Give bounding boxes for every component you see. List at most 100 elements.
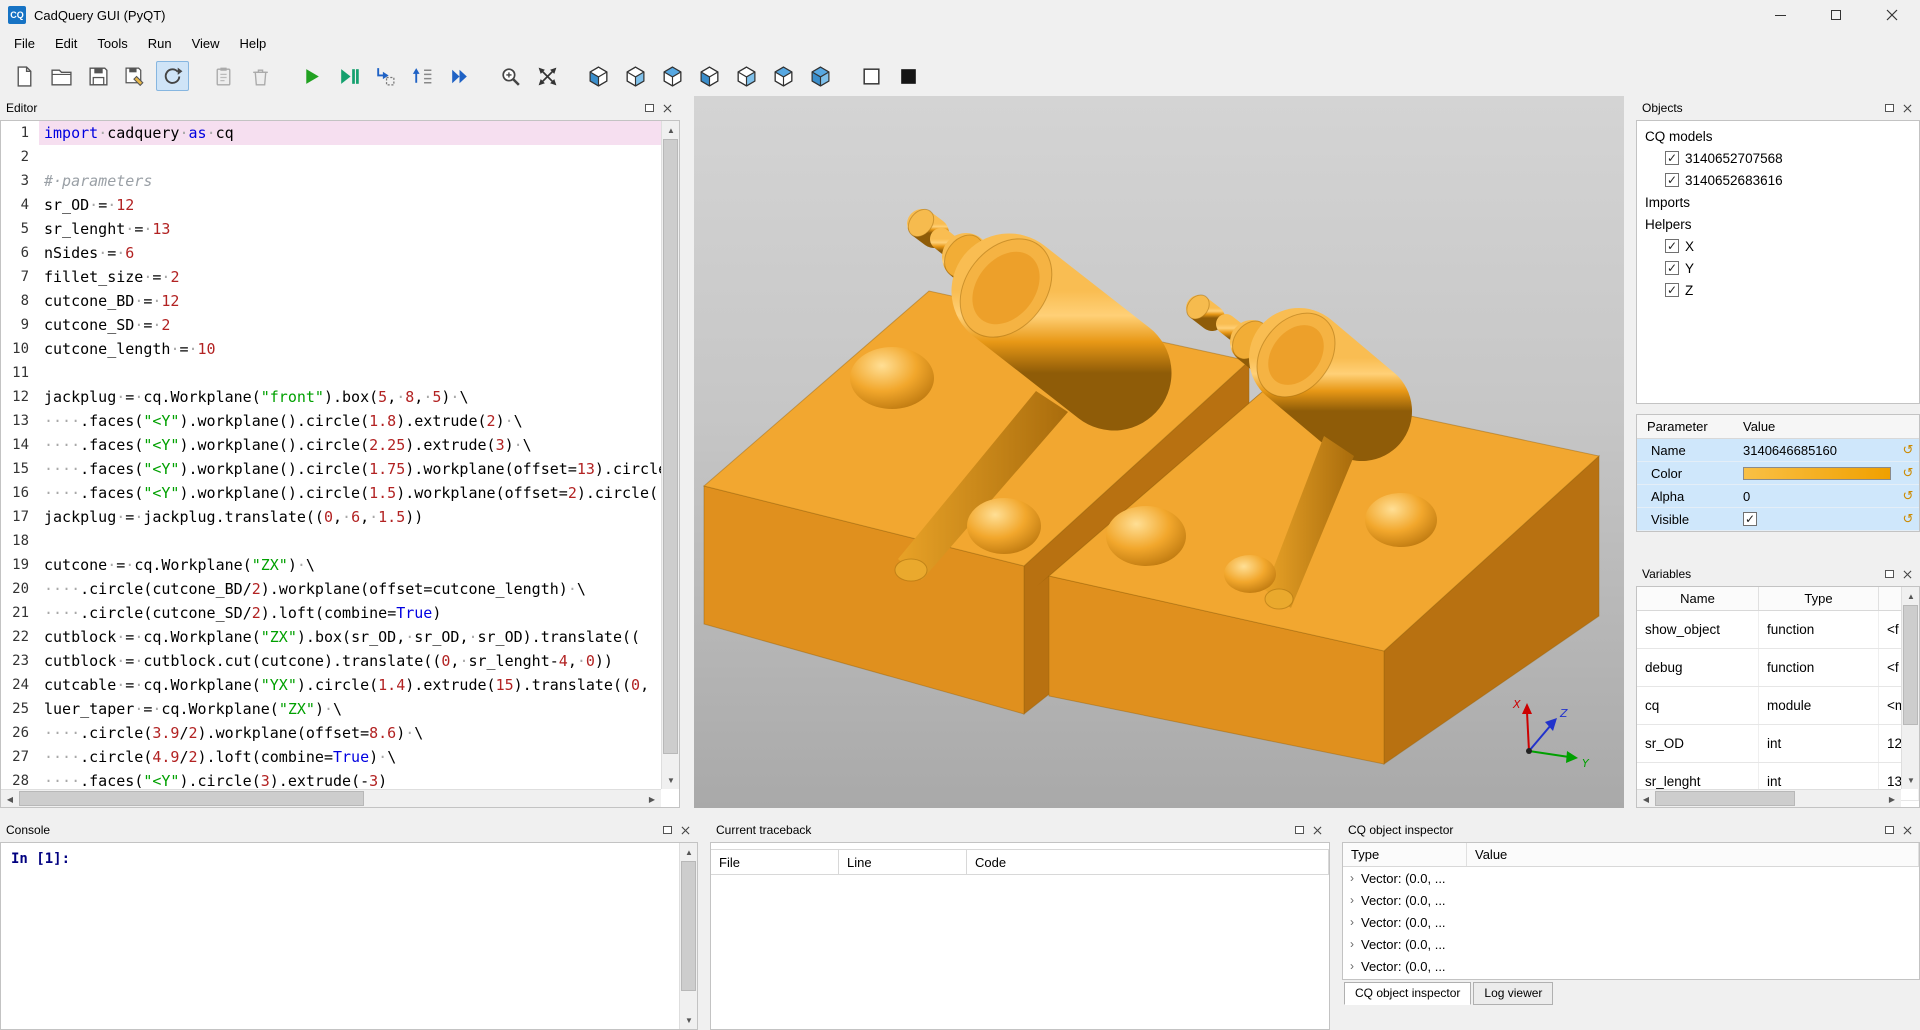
- editor-horizontal-scrollbar[interactable]: ◀ ▶: [1, 789, 661, 807]
- editor-line[interactable]: 10cutcone_length·=·10: [1, 337, 661, 361]
- console-vertical-scrollbar[interactable]: ▲ ▼: [679, 843, 697, 1029]
- property-value[interactable]: 0: [1737, 489, 1897, 504]
- revert-button[interactable]: ↺: [1897, 511, 1919, 527]
- editor-line[interactable]: 9cutcone_SD·=·2: [1, 313, 661, 337]
- editor-line[interactable]: 1import·cadquery·as·cq: [1, 121, 661, 145]
- inspector-col-value[interactable]: Value: [1467, 843, 1919, 866]
- toolbar-view-left-button[interactable]: [730, 61, 763, 91]
- variables-horizontal-scrollbar[interactable]: ◀ ▶: [1637, 789, 1901, 807]
- item-checkbox[interactable]: ✓: [1665, 239, 1679, 253]
- scroll-up-arrow[interactable]: ▲: [1902, 587, 1920, 605]
- item-checkbox[interactable]: ✓: [1665, 283, 1679, 297]
- editor-line[interactable]: 6nSides·=·6: [1, 241, 661, 265]
- inspector-col-type[interactable]: Type: [1343, 843, 1467, 866]
- objects-tree-item[interactable]: ✓3140652707568: [1637, 147, 1919, 169]
- viewport-3d[interactable]: X Z Y: [694, 96, 1624, 808]
- color-swatch[interactable]: [1743, 467, 1891, 480]
- scrollbar-thumb[interactable]: [1903, 605, 1918, 725]
- editor-line[interactable]: 17jackplug·=·jackplug.translate((0,·6,·1…: [1, 505, 661, 529]
- toolbar-view-back-button[interactable]: [619, 61, 652, 91]
- editor-line[interactable]: 26····.circle(3.9/2).workplane(offset=8.…: [1, 721, 661, 745]
- scroll-up-arrow[interactable]: ▲: [662, 121, 680, 139]
- variables-vertical-scrollbar[interactable]: ▲ ▼: [1901, 587, 1919, 789]
- toolbar-view-front-button[interactable]: [582, 61, 615, 91]
- property-value[interactable]: ✓: [1737, 512, 1897, 526]
- objects-tree-item[interactable]: ✓3140652683616: [1637, 169, 1919, 191]
- scrollbar-thumb[interactable]: [681, 861, 696, 991]
- scroll-right-arrow[interactable]: ▶: [1883, 790, 1901, 808]
- editor-line[interactable]: 11: [1, 361, 661, 385]
- editor-close-button[interactable]: [658, 100, 676, 116]
- objects-tree-item[interactable]: ✓X: [1637, 235, 1919, 257]
- expand-arrow-icon[interactable]: ›: [1343, 937, 1361, 951]
- objects-tree-item[interactable]: ✓Y: [1637, 257, 1919, 279]
- revert-button[interactable]: ↺: [1897, 442, 1919, 458]
- editor-float-button[interactable]: [640, 100, 658, 116]
- visible-checkbox[interactable]: ✓: [1743, 512, 1757, 526]
- expand-arrow-icon[interactable]: ›: [1343, 893, 1361, 907]
- expand-arrow-icon[interactable]: ›: [1343, 871, 1361, 885]
- close-button[interactable]: [1864, 0, 1920, 30]
- editor-line[interactable]: 21····.circle(cutcone_SD/2).loft(combine…: [1, 601, 661, 625]
- maximize-button[interactable]: [1808, 0, 1864, 30]
- scroll-up-arrow[interactable]: ▲: [680, 843, 698, 861]
- console-float-button[interactable]: [658, 822, 676, 838]
- property-row-alpha[interactable]: Alpha0↺: [1637, 485, 1919, 508]
- viewport-canvas[interactable]: X Z Y: [694, 96, 1624, 808]
- item-checkbox[interactable]: ✓: [1665, 151, 1679, 165]
- traceback-close-button[interactable]: [1308, 822, 1326, 838]
- toolbar-zoom-fit-button[interactable]: [494, 61, 527, 91]
- scrollbar-thumb[interactable]: [19, 791, 364, 806]
- property-row-name[interactable]: Name3140646685160↺: [1637, 439, 1919, 462]
- editor-line[interactable]: 22cutblock·=·cq.Workplane("ZX").box(sr_O…: [1, 625, 661, 649]
- toolbar-toggle-wireframe-button[interactable]: [855, 61, 888, 91]
- menu-tools[interactable]: Tools: [87, 32, 137, 55]
- scroll-right-arrow[interactable]: ▶: [643, 790, 661, 808]
- editor-line[interactable]: 16····.faces("<Y").workplane().circle(1.…: [1, 481, 661, 505]
- traceback-col-code[interactable]: Code: [967, 850, 1329, 874]
- revert-button[interactable]: ↺: [1897, 488, 1919, 504]
- toolbar-open-file-button[interactable]: [45, 61, 78, 91]
- inspector-row[interactable]: ›Vector: (0.0, ...: [1343, 867, 1919, 889]
- toolbar-autoreload-button[interactable]: [156, 61, 189, 91]
- expand-arrow-icon[interactable]: ›: [1343, 959, 1361, 973]
- editor-line[interactable]: 12jackplug·=·cq.Workplane("front").box(5…: [1, 385, 661, 409]
- console-input-area[interactable]: In [1]: ▲ ▼: [0, 842, 698, 1030]
- toolbar-render-button[interactable]: [295, 61, 328, 91]
- menu-run[interactable]: Run: [138, 32, 182, 55]
- variable-row[interactable]: cqmodule<m: [1637, 687, 1919, 725]
- editor-vertical-scrollbar[interactable]: ▲ ▼: [661, 121, 679, 789]
- variable-row[interactable]: show_objectfunction<f: [1637, 611, 1919, 649]
- toolbar-step-button[interactable]: [369, 61, 402, 91]
- traceback-col-line[interactable]: Line: [839, 850, 967, 874]
- objects-tree-item[interactable]: CQ models: [1637, 125, 1919, 147]
- editor-line[interactable]: 14····.faces("<Y").workplane().circle(2.…: [1, 433, 661, 457]
- objects-tree-item[interactable]: Helpers: [1637, 213, 1919, 235]
- toolbar-view-bottom-button[interactable]: [693, 61, 726, 91]
- editor-line[interactable]: 4sr_OD·=·12: [1, 193, 661, 217]
- objects-tree-item[interactable]: ✓Z: [1637, 279, 1919, 301]
- objects-float-button[interactable]: [1880, 100, 1898, 116]
- editor-line[interactable]: 8cutcone_BD·=·12: [1, 289, 661, 313]
- toolbar-new-file-button[interactable]: [8, 61, 41, 91]
- variable-row[interactable]: sr_ODint12: [1637, 725, 1919, 763]
- toolbar-view-iso-button[interactable]: [804, 61, 837, 91]
- toolbar-fit-all-button[interactable]: [531, 61, 564, 91]
- console-close-button[interactable]: [676, 822, 694, 838]
- toolbar-save-button[interactable]: [82, 61, 115, 91]
- toolbar-toggle-shaded-button[interactable]: [892, 61, 925, 91]
- toolbar-view-top-button[interactable]: [656, 61, 689, 91]
- tab-log-viewer[interactable]: Log viewer: [1473, 982, 1553, 1005]
- item-checkbox[interactable]: ✓: [1665, 173, 1679, 187]
- property-row-visible[interactable]: Visible✓↺: [1637, 508, 1919, 531]
- toolbar-debug-button[interactable]: [332, 61, 365, 91]
- editor-line[interactable]: 7fillet_size·=·2: [1, 265, 661, 289]
- inspector-row[interactable]: ›Vector: (0.0, ...: [1343, 933, 1919, 955]
- editor-line[interactable]: 18: [1, 529, 661, 553]
- property-row-color[interactable]: Color↺: [1637, 462, 1919, 485]
- editor-line[interactable]: 27····.circle(4.9/2).loft(combine=True)·…: [1, 745, 661, 769]
- inspector-row[interactable]: ›Vector: (0.0, ...: [1343, 955, 1919, 977]
- editor-line[interactable]: 15····.faces("<Y").workplane().circle(1.…: [1, 457, 661, 481]
- editor-line[interactable]: 28····.faces("<Y").circle(3).extrude(-3): [1, 769, 661, 789]
- menu-edit[interactable]: Edit: [45, 32, 87, 55]
